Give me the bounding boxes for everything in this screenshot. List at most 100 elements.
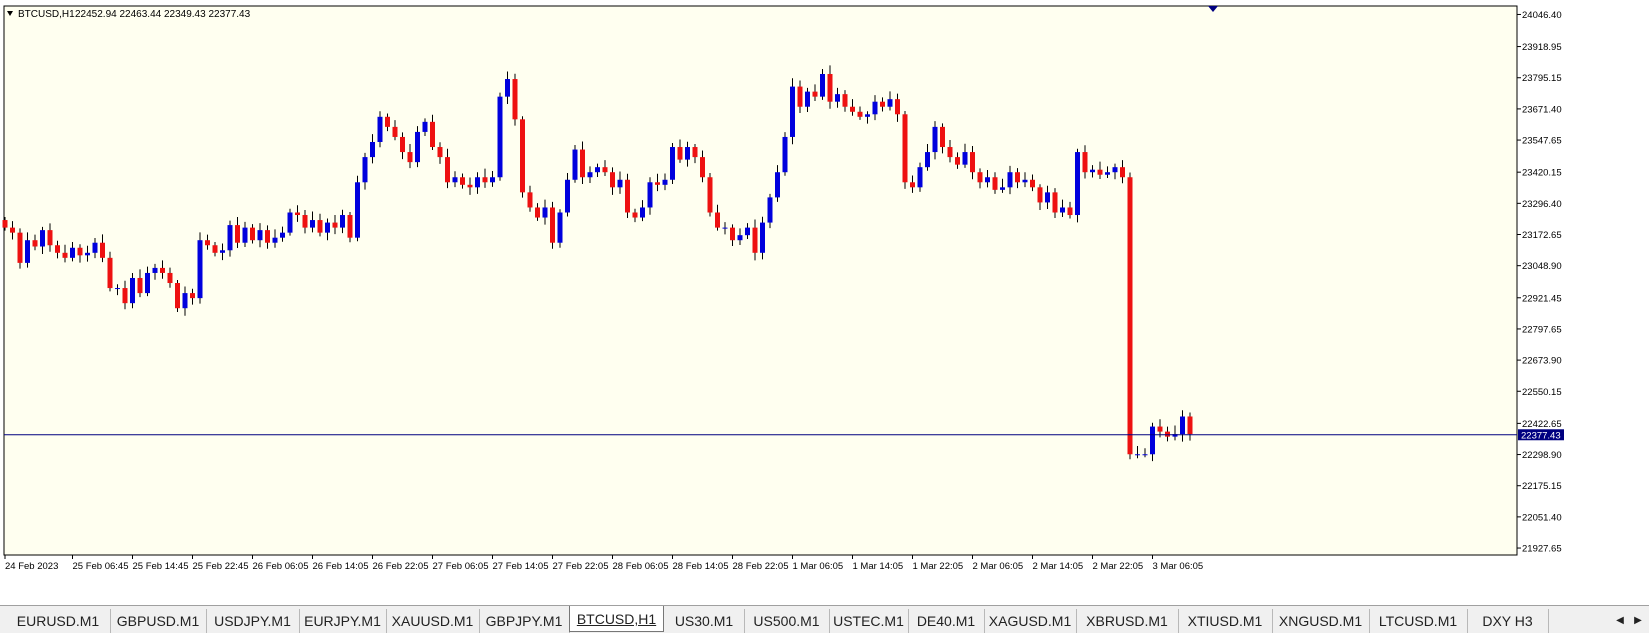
bear-candle-body xyxy=(677,147,683,160)
tab-dxy-h3[interactable]: DXY H3 xyxy=(1467,609,1549,633)
bear-candle-body xyxy=(730,227,735,241)
bear-candle-body xyxy=(947,147,953,158)
bear-candle-body xyxy=(880,101,885,107)
tab-xauusd-m1[interactable]: XAUUSD.M1 xyxy=(386,609,480,633)
tab-label: DXY H3 xyxy=(1482,613,1533,629)
tab-xngusd-m1[interactable]: XNGUSD.M1 xyxy=(1272,609,1370,633)
candle xyxy=(415,126,420,168)
bull-candle-body xyxy=(985,177,990,183)
tab-gbpjpy-m1[interactable]: GBPJPY.M1 xyxy=(479,609,570,633)
bear-candle-body xyxy=(107,257,113,289)
bull-candle-body xyxy=(1150,426,1155,455)
bull-candle-body xyxy=(497,96,503,178)
candle xyxy=(670,142,675,185)
candle xyxy=(520,116,525,198)
tab-us500-m1[interactable]: US500.M1 xyxy=(744,609,830,633)
y-axis: 24046.40 23918.95 23795.15 23671.40 23547.65… xyxy=(1517,10,1562,555)
bull-candle-body xyxy=(197,240,203,299)
bull-candle-body xyxy=(475,177,480,188)
symbol-label: BTCUSD,H1 xyxy=(18,9,75,20)
x-tick-label: 25 Feb 14:45 xyxy=(133,561,189,572)
bear-candle-body xyxy=(797,86,803,107)
candle xyxy=(1127,172,1133,460)
bull-candle-body xyxy=(355,182,360,238)
tab-btcusd-h1[interactable]: BTCUSD,H1 xyxy=(569,606,664,632)
bull-candle-body xyxy=(145,272,150,294)
bear-candle-body xyxy=(1015,172,1020,183)
bull-candle-body xyxy=(227,225,233,251)
current-price-label: 22377.43 xyxy=(1521,430,1561,441)
tab-usdjpy-m1[interactable]: USDJPY.M1 xyxy=(206,609,300,633)
tab-gbpusd-m1[interactable]: GBPUSD.M1 xyxy=(110,609,207,633)
tab-scroll-left-icon[interactable]: ◀ xyxy=(1612,609,1628,633)
bear-candle-body xyxy=(520,119,525,193)
bear-candle-body xyxy=(10,227,15,233)
tab-label: XAGUSD.M1 xyxy=(988,613,1072,629)
bull-candle-body xyxy=(242,227,248,243)
bull-candle-body xyxy=(490,177,495,183)
bull-candle-body xyxy=(1075,152,1080,216)
y-tick-label: 22797.65 xyxy=(1522,324,1562,335)
y-tick-label: 24046.40 xyxy=(1522,10,1562,21)
bull-candle-body xyxy=(370,141,375,158)
bear-candle-body xyxy=(977,172,983,183)
bull-candle-body xyxy=(287,212,293,233)
bull-candle-body xyxy=(872,101,878,115)
tab-label: XAUUSD.M1 xyxy=(391,613,474,629)
tab-de40-m1[interactable]: DE40.M1 xyxy=(908,609,985,633)
y-tick-label: 23671.40 xyxy=(1522,104,1562,115)
tab-label: EURUSD.M1 xyxy=(16,613,100,629)
tab-label: BTCUSD,H1 xyxy=(576,611,657,627)
x-tick-label: 27 Feb 22:05 xyxy=(553,561,609,572)
bull-candle-body xyxy=(557,212,563,243)
tab-eurusd-m1[interactable]: EURUSD.M1 xyxy=(6,609,111,633)
price-chart[interactable]: BTCUSD,H1 22452.94 22463.44 22349.43 223… xyxy=(0,0,1649,605)
y-tick-label: 22422.65 xyxy=(1522,419,1562,430)
tab-scroll-right-icon[interactable]: ▶ xyxy=(1630,609,1646,633)
x-tick-label: 2 Mar 22:05 xyxy=(1093,561,1144,572)
tab-xtiusd-m1[interactable]: XTIUSD.M1 xyxy=(1178,609,1273,633)
x-tick-label: 28 Feb 14:05 xyxy=(673,561,729,572)
bull-candle-body xyxy=(362,157,368,183)
bear-candle-body xyxy=(137,277,143,294)
bear-candle-body xyxy=(715,212,720,228)
bear-candle-body xyxy=(700,157,705,178)
bear-candle-body xyxy=(332,222,338,228)
bear-candle-body xyxy=(970,152,975,173)
bull-candle-body xyxy=(85,252,90,256)
tab-xagusd-m1[interactable]: XAGUSD.M1 xyxy=(984,609,1077,633)
bull-candle-body xyxy=(670,147,675,180)
tab-xbrusd-m1[interactable]: XBRUSD.M1 xyxy=(1076,609,1179,633)
x-axis: 24 Feb 2023 25 Feb 06:45 25 Feb 14:45 25 Fe… xyxy=(4,555,1203,572)
bear-candle-body xyxy=(550,207,555,243)
bear-candle-body xyxy=(317,220,323,233)
tab-label: GBPJPY.M1 xyxy=(485,613,563,629)
candle xyxy=(625,173,630,219)
bear-candle-body xyxy=(430,121,435,148)
bull-candle-body xyxy=(760,222,765,253)
chart-area[interactable]: BTCUSD,H1 22452.94 22463.44 22349.43 223… xyxy=(0,0,1649,605)
bull-candle-body xyxy=(917,167,923,188)
bear-candle-body xyxy=(655,182,660,185)
bear-candle-body xyxy=(445,157,450,183)
bear-candle-body xyxy=(122,288,128,304)
tab-us30-m1[interactable]: US30.M1 xyxy=(664,609,745,633)
bull-candle-body xyxy=(92,242,98,253)
tab-ustec-m1[interactable]: USTEC.M1 xyxy=(829,609,909,633)
bull-candle-body xyxy=(565,179,570,213)
bull-candle-body xyxy=(280,232,285,238)
x-tick-label: 1 Mar 14:05 xyxy=(853,561,904,572)
bear-candle-body xyxy=(827,73,833,102)
bear-candle-body xyxy=(1127,177,1133,455)
bear-candle-body xyxy=(160,267,165,273)
y-tick-label: 23420.15 xyxy=(1522,168,1562,179)
bear-candle-body xyxy=(632,212,638,218)
bear-candle-body xyxy=(992,177,998,190)
bull-candle-body xyxy=(617,179,623,188)
x-tick-label: 24 Feb 2023 xyxy=(5,561,58,572)
bull-candle-body xyxy=(887,99,893,107)
tab-eurjpy-m1[interactable]: EURJPY.M1 xyxy=(299,609,387,633)
tab-label: GBPUSD.M1 xyxy=(116,613,200,629)
tab-label: US500.M1 xyxy=(753,613,820,629)
tab-ltcusd-m1[interactable]: LTCUSD.M1 xyxy=(1369,609,1468,633)
